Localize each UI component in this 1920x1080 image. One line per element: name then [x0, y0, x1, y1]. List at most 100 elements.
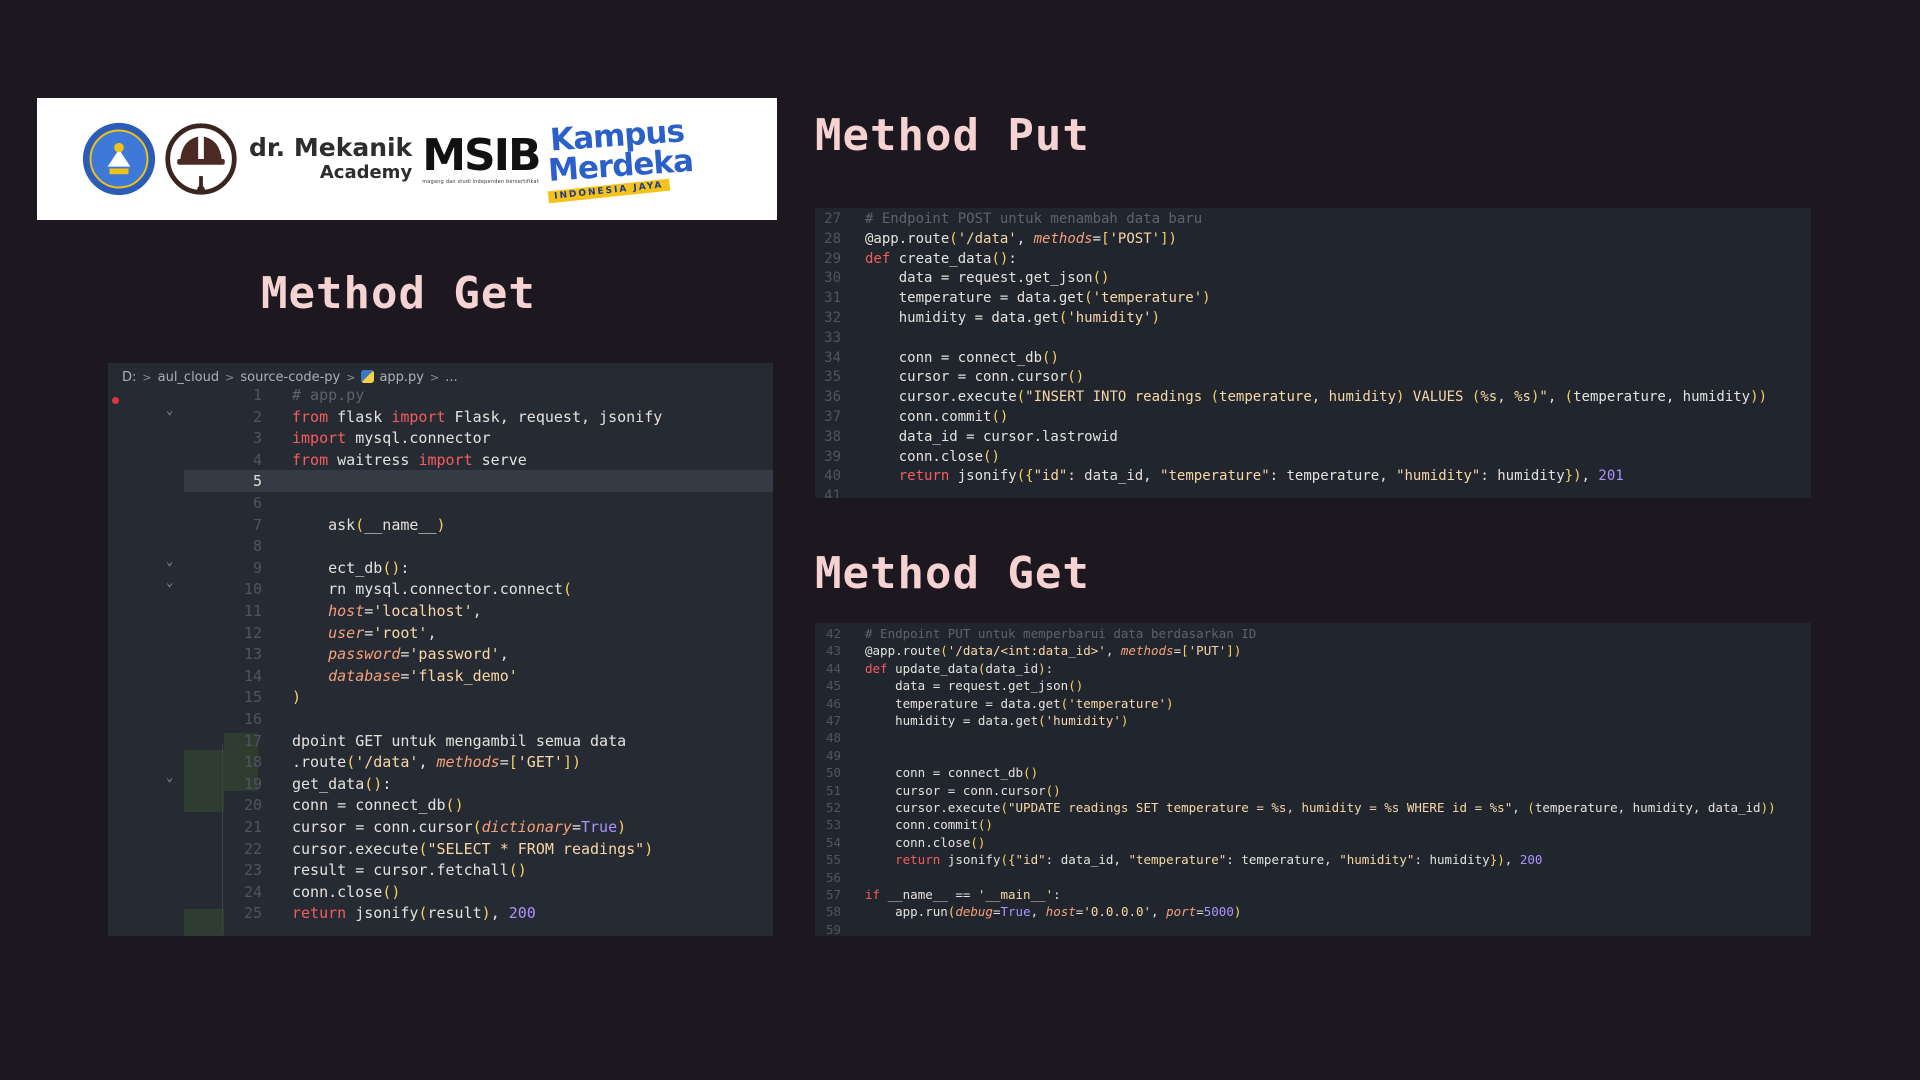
fold-chevron-down-icon[interactable]: ⌄ — [166, 554, 173, 568]
code-line[interactable]: 23 result = cursor.fetchall() — [108, 860, 773, 882]
code-text: conn.close() — [292, 882, 401, 901]
code-line[interactable]: 31 temperature = data.get('temperature') — [815, 289, 1811, 309]
code-line[interactable]: 51 cursor = conn.cursor() — [815, 782, 1811, 799]
code-line[interactable]: 29 def create_data(): — [815, 250, 1811, 270]
code-text: rn mysql.connector.connect( — [292, 580, 572, 599]
code-line[interactable]: 20 conn = connect_db() — [108, 795, 773, 817]
code-line[interactable]: 11 host='localhost', — [108, 601, 773, 623]
code-editor-get-right: 42 # Endpoint PUT untuk memperbarui data … — [815, 623, 1811, 936]
code-line[interactable]: 15) — [108, 687, 773, 709]
code-line[interactable]: 10 rn mysql.connector.connect( — [108, 579, 773, 601]
line-number: 36 — [824, 389, 841, 406]
code-text: # app.py — [292, 386, 365, 404]
line-number: 34 — [824, 349, 841, 366]
code-line[interactable]: 42 # Endpoint PUT untuk memperbarui data … — [815, 625, 1811, 642]
code-line[interactable]: 59 — [815, 921, 1811, 936]
code-line[interactable]: 58 app.run(debug=True, host='0.0.0.0', p… — [815, 903, 1811, 920]
code-line[interactable]: 43 @app.route('/data/<int:data_id>', meth… — [815, 642, 1811, 659]
fold-chevron-down-icon[interactable]: ⌄ — [166, 770, 173, 784]
code-text: cursor.execute("UPDATE readings SET temp… — [865, 800, 1776, 815]
line-number: 42 — [825, 626, 841, 641]
code-text: @app.route('/data/<int:data_id>', method… — [865, 643, 1242, 659]
code-text: def update_data(data_id): — [865, 660, 1054, 676]
code-line[interactable]: 33 — [815, 329, 1811, 349]
code-line[interactable]: 17 dpoint GET untuk mengambil semua data — [108, 731, 773, 753]
code-line[interactable]: 2 from flask import Flask, request, jsoni… — [108, 407, 773, 429]
code-line[interactable]: 18 .route('/data', methods=['GET']) — [108, 752, 773, 774]
dr-mekanik-subtitle: Academy — [319, 162, 413, 183]
chevron-right-icon: > — [346, 371, 356, 384]
breadcrumb-drive[interactable]: D: — [122, 370, 136, 385]
code-line[interactable]: 46 temperature = data.get('temperature') — [815, 695, 1811, 712]
msib-wordmark: MSIB — [422, 130, 541, 181]
code-line[interactable]: 47 humidity = data.get('humidity') — [815, 712, 1811, 729]
code-line[interactable]: 1 # app.py — [108, 385, 773, 407]
code-line[interactable]: 9 ect_db(): — [108, 558, 773, 580]
code-line[interactable]: 13 password='password', — [108, 644, 773, 666]
code-line[interactable]: 28 @app.route('/data', methods=['POST']) — [815, 230, 1811, 250]
code-line[interactable]: 5 — [108, 471, 773, 493]
code-line[interactable]: 54 conn.close() — [815, 834, 1811, 851]
breadcrumb-subfolder[interactable]: source-code-py — [240, 370, 340, 385]
code-text: conn = connect_db() — [292, 796, 464, 815]
line-number: 57 — [825, 887, 841, 902]
code-text: dpoint GET untuk mengambil semua data — [292, 731, 627, 750]
line-number: 20 — [243, 796, 262, 815]
line-number: 4 — [252, 450, 262, 469]
line-number: 6 — [252, 494, 262, 512]
line-number: 38 — [824, 428, 841, 445]
line-number: 33 — [824, 329, 841, 346]
line-number: 41 — [824, 488, 841, 498]
code-text: if __name__ == '__main__': — [865, 887, 1061, 902]
dr-mekanik-title: dr. Mekanik — [249, 133, 413, 162]
code-line[interactable]: 14 database='flask_demo' — [108, 666, 773, 688]
code-line[interactable]: 3 import mysql.connector — [108, 428, 773, 450]
code-text: ask(__name__) — [292, 515, 446, 534]
code-line[interactable]: 30 data = request.get_json() — [815, 269, 1811, 289]
code-line[interactable]: 45 data = request.get_json() — [815, 677, 1811, 694]
code-line[interactable]: 19 get_data(): — [108, 774, 773, 796]
line-number: 21 — [243, 818, 262, 836]
code-line[interactable]: 36 cursor.execute("INSERT INTO readings … — [815, 388, 1811, 408]
code-line[interactable]: 8 — [108, 536, 773, 558]
code-line[interactable]: 52 cursor.execute("UPDATE readings SET t… — [815, 799, 1811, 816]
line-number: 37 — [824, 409, 841, 425]
code-line[interactable]: 48 — [815, 729, 1811, 746]
code-line[interactable]: 38 data_id = cursor.lastrowid — [815, 428, 1811, 448]
dr-mekanik-wordmark: dr. Mekanik Academy — [249, 134, 412, 184]
code-editor-put: 27 # Endpoint POST untuk menambah data ba… — [815, 208, 1811, 498]
breadcrumb-folder[interactable]: aul_cloud — [158, 370, 220, 385]
code-line[interactable]: 12 user='root', — [108, 623, 773, 645]
code-line[interactable]: 24 conn.close() — [108, 882, 773, 904]
code-line[interactable]: 53 conn.commit() — [815, 816, 1811, 833]
code-line[interactable]: 56 — [815, 869, 1811, 886]
code-line[interactable]: 49 — [815, 747, 1811, 764]
code-line[interactable]: 22 cursor.execute("SELECT * FROM readings… — [108, 839, 773, 861]
code-line[interactable]: 34 conn = connect_db() — [815, 349, 1811, 369]
code-line[interactable]: 55 return jsonify({"id": data_id, "tempe… — [815, 851, 1811, 868]
code-line[interactable]: 44 def update_data(data_id): — [815, 660, 1811, 677]
code-line[interactable]: 27 # Endpoint POST untuk menambah data ba… — [815, 210, 1811, 230]
fold-chevron-down-icon[interactable]: ⌄ — [166, 403, 173, 417]
code-line[interactable]: 40 return jsonify({"id": data_id, "tempe… — [815, 467, 1811, 487]
line-number: 25 — [243, 904, 262, 923]
line-number: 50 — [825, 765, 841, 781]
code-line[interactable]: 25 return jsonify(result), 200 — [108, 903, 773, 925]
fold-chevron-down-icon[interactable]: ⌄ — [166, 575, 173, 589]
code-line[interactable]: 7 ask(__name__) — [108, 515, 773, 537]
code-line[interactable]: 41 — [815, 487, 1811, 498]
code-line[interactable]: 21 cursor = conn.cursor(dictionary=True) — [108, 817, 773, 839]
code-line[interactable]: 35 cursor = conn.cursor() — [815, 368, 1811, 388]
code-line[interactable]: 37 conn.commit() — [815, 408, 1811, 428]
line-number: 45 — [825, 678, 841, 694]
code-line[interactable]: 16 — [108, 709, 773, 731]
code-line[interactable]: 6 — [108, 493, 773, 515]
code-line[interactable]: 50 conn = connect_db() — [815, 764, 1811, 781]
code-line[interactable]: 32 humidity = data.get('humidity') — [815, 309, 1811, 329]
code-line[interactable]: 4 from waitress import serve — [108, 450, 773, 472]
line-number: 31 — [824, 290, 841, 307]
breadcrumb-ellipsis[interactable]: ... — [445, 370, 457, 385]
code-line[interactable]: 39 conn.close() — [815, 448, 1811, 468]
breadcrumb-file[interactable]: app.py — [379, 370, 424, 385]
code-line[interactable]: 57 if __name__ == '__main__': — [815, 886, 1811, 903]
